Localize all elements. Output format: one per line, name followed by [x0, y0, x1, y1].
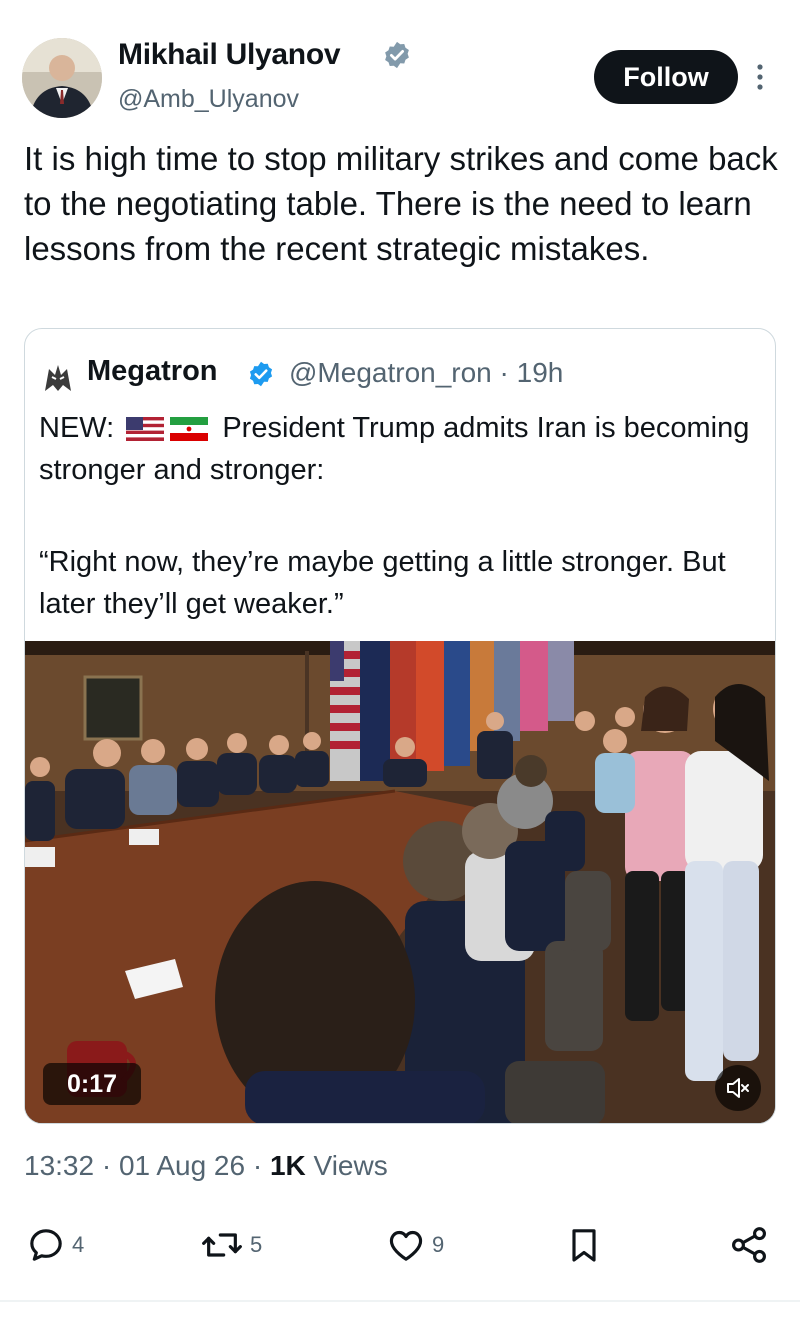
views-count: 1K	[269, 1150, 306, 1181]
quoted-text-prefix: NEW:	[39, 412, 115, 444]
reply-count: 4	[72, 1232, 85, 1257]
bookmark-icon	[572, 1229, 596, 1262]
speaker-muted-icon	[727, 1078, 749, 1098]
reply-icon	[30, 1229, 62, 1261]
follow-button[interactable]: Follow	[594, 50, 738, 104]
author-name[interactable]: Mikhail Ulyanov	[118, 38, 341, 72]
verified-badge-icon	[385, 41, 409, 69]
heart-icon	[389, 1230, 423, 1261]
author-avatar[interactable]	[22, 38, 102, 118]
megatron-avatar-icon[interactable]	[41, 361, 75, 395]
divider	[0, 1300, 800, 1302]
tweet-datetime[interactable]: 13:32 · 01 Aug 26 ·	[24, 1150, 270, 1181]
quoted-tweet-text: NEW: President Trump admits Iran is beco…	[39, 407, 759, 491]
tweet-text: It is high time to stop military strikes…	[24, 140, 778, 267]
like-button[interactable]: 9	[386, 1220, 444, 1270]
quoted-tweet-card[interactable]: Megatron @Megatron_ron · 19h NEW: Presid…	[24, 328, 776, 1124]
quoted-author-handle-and-time[interactable]: @Megatron_ron · 19h	[289, 357, 563, 389]
author-handle[interactable]: @Amb_Ulyanov	[118, 85, 299, 114]
video-thumbnail[interactable]	[25, 641, 776, 1124]
video-duration-badge: 0:17	[43, 1063, 141, 1105]
action-bar: 4 5 9	[0, 1220, 800, 1280]
us-iran-flags-icon	[126, 417, 209, 442]
verified-badge-icon	[249, 361, 273, 387]
reply-button[interactable]: 4	[26, 1220, 84, 1270]
repost-button[interactable]: 5	[200, 1220, 262, 1270]
like-count: 9	[432, 1232, 445, 1257]
video-player[interactable]: 0:17	[25, 641, 776, 1124]
views-label: Views	[305, 1150, 388, 1181]
more-options-icon[interactable]	[752, 62, 768, 92]
bookmark-button[interactable]	[564, 1220, 604, 1270]
quoted-quote-text: “Right now, they’re maybe getting a litt…	[39, 546, 726, 620]
quoted-author-name[interactable]: Megatron	[87, 355, 218, 388]
mute-button[interactable]	[715, 1065, 761, 1111]
tweet-header: Mikhail Ulyanov @Amb_Ulyanov Follow	[0, 0, 800, 130]
tweet-meta: 13:32 · 01 Aug 26 · 1K Views	[24, 1150, 388, 1182]
share-icon	[732, 1227, 766, 1263]
repost-count: 5	[250, 1232, 263, 1257]
repost-icon	[202, 1233, 242, 1257]
share-button[interactable]	[728, 1220, 770, 1270]
